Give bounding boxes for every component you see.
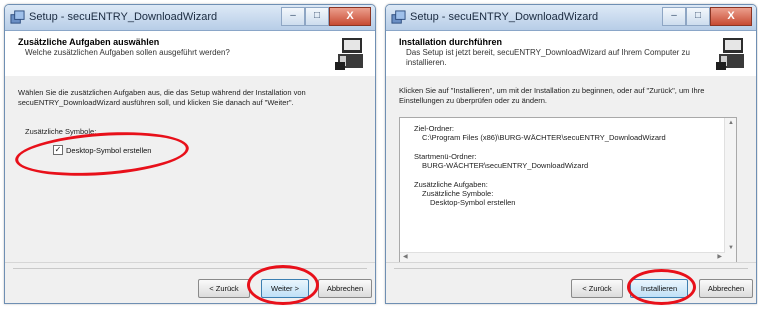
tasks-item: Desktop-Symbol erstellen xyxy=(430,198,516,207)
tasks-label: Zusätzliche Aufgaben: xyxy=(414,180,488,189)
scroll-up-icon[interactable]: ▲ xyxy=(728,120,734,126)
installer-computer-icon xyxy=(714,37,748,71)
checkbox-label[interactable]: Desktop-Symbol erstellen xyxy=(66,146,151,155)
minimize-button[interactable]: – xyxy=(281,7,305,26)
header-subtitle: Welche zusätzlichen Aufgaben sollen ausg… xyxy=(25,48,230,57)
dest-value: C:\Program Files (x86)\BURG-WÄCHTER\secu… xyxy=(422,133,666,142)
window-title: Setup - secuENTRY_DownloadWizard xyxy=(29,11,218,23)
start-value: BURG-WÄCHTER\secuENTRY_DownloadWizard xyxy=(422,161,589,170)
close-button[interactable]: X xyxy=(710,7,752,26)
scroll-left-icon[interactable]: ◀ xyxy=(403,253,408,260)
tasks-sub: Zusätzliche Symbole: xyxy=(422,189,494,198)
wizard-content: Wählen Sie die zusätzlichen Aufgaben aus… xyxy=(5,76,375,263)
install-button[interactable]: Installieren xyxy=(630,279,688,298)
wizard-footer: < Zurück Weiter > Abbrechen xyxy=(5,262,375,303)
wizard-header: Zusätzliche Aufgaben auswählen Welche zu… xyxy=(5,31,375,77)
start-label: Startmenü-Ordner: xyxy=(414,152,477,161)
setup-icon xyxy=(10,10,25,24)
maximize-button[interactable]: □ xyxy=(686,7,710,26)
title-bar[interactable]: Setup - secuENTRY_DownloadWizard – □ X xyxy=(5,5,375,31)
instructions-text: Klicken Sie auf "Installieren", um mit d… xyxy=(399,86,705,105)
setup-window-tasks: Setup - secuENTRY_DownloadWizard – □ X Z… xyxy=(4,4,376,304)
header-title: Zusätzliche Aufgaben auswählen xyxy=(18,37,160,47)
setup-icon xyxy=(391,10,406,24)
wizard-content: Klicken Sie auf "Installieren", um mit d… xyxy=(386,76,756,264)
instructions-text: Wählen Sie die zusätzlichen Aufgaben aus… xyxy=(18,88,306,107)
divider xyxy=(394,268,748,269)
title-bar[interactable]: Setup - secuENTRY_DownloadWizard – □ X xyxy=(386,5,756,31)
cancel-button[interactable]: Abbrechen xyxy=(699,279,753,298)
next-button[interactable]: Weiter > xyxy=(261,279,309,298)
window-title: Setup - secuENTRY_DownloadWizard xyxy=(410,11,599,23)
desktop-icon-checkbox[interactable]: ✓ Desktop-Symbol erstellen xyxy=(53,145,151,155)
vertical-scrollbar[interactable]: ▲ ▼ xyxy=(724,118,736,263)
group-label: Zusätzliche Symbole: xyxy=(25,127,97,136)
close-button[interactable]: X xyxy=(329,7,371,26)
caption-buttons: – □ X xyxy=(662,7,752,26)
dest-label: Ziel-Ordner: xyxy=(414,124,455,133)
header-subtitle: Das Setup ist jetzt bereit, secuENTRY_Do… xyxy=(406,48,690,67)
wizard-header: Installation durchführen Das Setup ist j… xyxy=(386,31,756,77)
wizard-footer: < Zurück Installieren Abbrechen xyxy=(386,262,756,303)
back-button[interactable]: < Zurück xyxy=(198,279,250,298)
installer-computer-icon xyxy=(333,37,367,71)
scroll-right-icon[interactable]: ▶ xyxy=(717,253,722,260)
checkbox-box[interactable]: ✓ xyxy=(53,145,63,155)
summary-memo[interactable]: Ziel-Ordner: C:\Program Files (x86)\BURG… xyxy=(399,117,737,264)
minimize-button[interactable]: – xyxy=(662,7,686,26)
maximize-button[interactable]: □ xyxy=(305,7,329,26)
scroll-down-icon[interactable]: ▼ xyxy=(728,245,734,251)
back-button[interactable]: < Zurück xyxy=(571,279,623,298)
cancel-button[interactable]: Abbrechen xyxy=(318,279,372,298)
caption-buttons: – □ X xyxy=(281,7,371,26)
divider xyxy=(13,268,367,269)
setup-window-install: Setup - secuENTRY_DownloadWizard – □ X I… xyxy=(385,4,757,304)
header-title: Installation durchführen xyxy=(399,37,503,47)
